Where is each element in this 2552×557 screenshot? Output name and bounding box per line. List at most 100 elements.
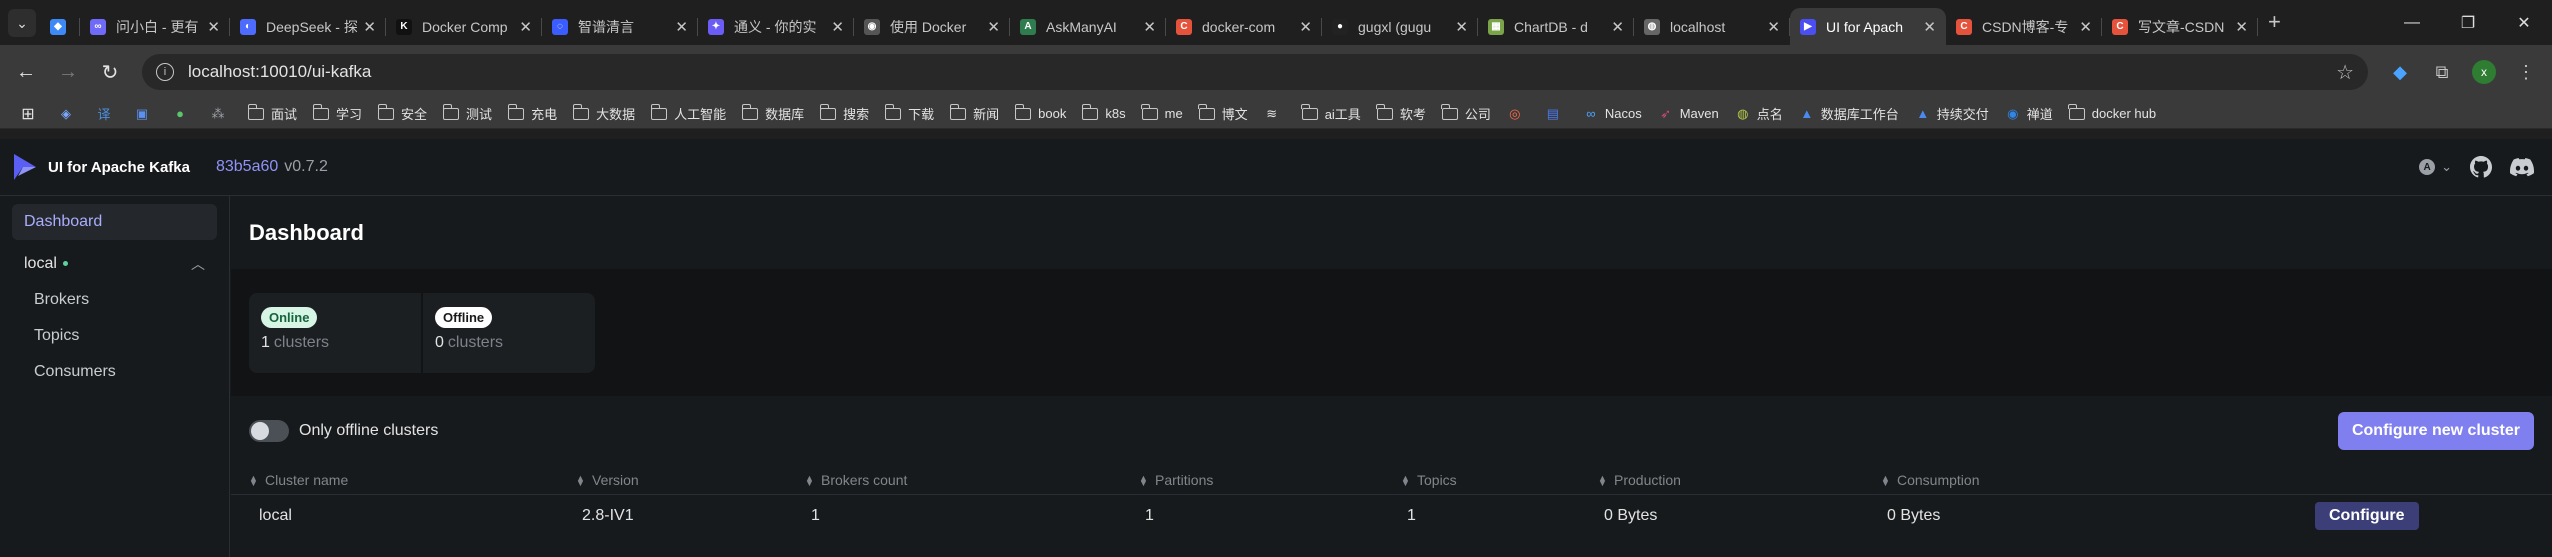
back-icon[interactable]: ← (8, 54, 44, 90)
bookmark-item[interactable]: 大数据 (565, 101, 643, 127)
github-icon[interactable] (2470, 156, 2492, 178)
bookmark-item[interactable]: 博文 (1191, 101, 1256, 127)
browser-tab[interactable]: A AskManyAI ✕ (1010, 8, 1166, 45)
sort-icon[interactable]: ▲ ▼ (1598, 474, 1607, 488)
tab-close-icon[interactable]: ✕ (1143, 18, 1156, 36)
sort-icon[interactable]: ▲ ▼ (805, 474, 814, 488)
site-info-icon[interactable]: i (156, 63, 174, 81)
app-commit-link[interactable]: 83b5a60 (216, 158, 278, 176)
bookmark-item[interactable]: ◍ 点名 (1727, 101, 1791, 127)
bookmark-item[interactable]: ◎ (1499, 101, 1537, 127)
sort-icon[interactable]: ▲ ▼ (576, 474, 585, 488)
bookmark-item[interactable]: 软考 (1369, 101, 1434, 127)
forward-icon[interactable]: → (50, 54, 86, 90)
discord-icon[interactable] (2510, 157, 2534, 177)
browser-tab[interactable]: ◐ DeepSeek - 探 ✕ (230, 8, 386, 45)
browser-tab[interactable]: Cdocker-com ✕ (1166, 8, 1322, 45)
profile-avatar[interactable]: x (2466, 54, 2502, 90)
browser-tab[interactable]: ∞ 问小白 - 更有 ✕ (80, 8, 230, 45)
browser-tab[interactable]: ◍ localhost ✕ (1634, 8, 1790, 45)
browser-tab[interactable]: ✦ 通义 - 你的实 ✕ (698, 8, 854, 45)
sidebar-item-topics[interactable]: Topics (12, 318, 217, 354)
tab-search-icon[interactable]: ⌄ (8, 9, 36, 37)
bookmark-item[interactable]: 学习 (305, 101, 370, 127)
bookmark-item[interactable]: book (1007, 101, 1074, 127)
bookmark-item[interactable]: ▣ (126, 101, 164, 127)
tab-close-icon[interactable]: ✕ (1299, 18, 1312, 36)
kafka-ui-logo-icon[interactable] (12, 152, 38, 182)
tab-close-icon[interactable]: ✕ (675, 18, 688, 36)
bookmark-item[interactable]: ▲ 数据库工作台 (1791, 101, 1907, 127)
cell-name[interactable]: local (231, 494, 558, 538)
reload-icon[interactable]: ↻ (92, 54, 128, 90)
bookmark-star-icon[interactable]: ☆ (2336, 60, 2354, 85)
sidebar-item-consumers[interactable]: Consumers (12, 354, 217, 390)
configure-new-cluster-button[interactable]: Configure new cluster (2337, 412, 2534, 450)
column-header[interactable]: ▲ ▼ Brokers count (787, 466, 1121, 495)
sort-icon[interactable]: ▲ ▼ (1401, 474, 1410, 488)
browser-tab[interactable]: ◌ 智谱清言 ✕ (542, 8, 698, 45)
browser-tab[interactable]: ◆ (40, 8, 80, 45)
bookmark-item[interactable]: k8s (1074, 101, 1133, 127)
chevron-up-icon[interactable]: ︿ (191, 254, 205, 274)
tab-close-icon[interactable]: ✕ (1767, 18, 1780, 36)
column-header[interactable]: ▲ ▼ Topics (1383, 466, 1580, 495)
extension-gem-icon[interactable]: ◆ (2382, 54, 2418, 90)
sidebar-item-dashboard[interactable]: Dashboard (12, 204, 217, 240)
offline-clusters-toggle[interactable] (249, 420, 289, 442)
browser-tab[interactable]: C 写文章-CSDN ✕ (2102, 8, 2258, 45)
bookmark-item[interactable]: ◉ 禅道 (1997, 101, 2061, 127)
tab-close-icon[interactable]: ✕ (2079, 18, 2092, 36)
apps-button[interactable]: ⊞ (12, 101, 50, 127)
sidebar-item-brokers[interactable]: Brokers (12, 282, 217, 318)
menu-icon[interactable]: ⋮ (2508, 54, 2544, 90)
tab-close-icon[interactable]: ✕ (987, 18, 1000, 36)
bookmark-item[interactable]: ⁂ (202, 101, 240, 127)
restore-icon[interactable]: ❐ (2440, 0, 2496, 45)
bookmark-item[interactable]: ai工具 (1294, 101, 1369, 127)
browser-tab[interactable]: ▦ ChartDB - d ✕ (1478, 8, 1634, 45)
bookmark-item[interactable]: docker hub (2061, 101, 2164, 127)
browser-tab[interactable]: C CSDN博客-专 ✕ (1946, 8, 2102, 45)
tab-close-icon[interactable]: ✕ (207, 18, 220, 36)
bookmark-item[interactable]: 下载 (877, 101, 942, 127)
bookmark-item[interactable]: 新闻 (942, 101, 1007, 127)
column-header[interactable]: ▲ ▼ Version (558, 466, 787, 495)
tab-close-icon[interactable]: ✕ (1611, 18, 1624, 36)
bookmark-item[interactable]: ● (164, 101, 202, 127)
bookmark-item[interactable]: 数据库 (734, 101, 812, 127)
column-header[interactable]: ▲ ▼ Cluster name (231, 466, 558, 495)
bookmark-item[interactable]: 测试 (435, 101, 500, 127)
bookmark-item[interactable]: 充电 (500, 101, 565, 127)
sort-icon[interactable]: ▲ ▼ (249, 474, 258, 488)
bookmark-item[interactable]: ∞ Nacos (1575, 101, 1650, 127)
bookmark-item[interactable]: 公司 (1434, 101, 1499, 127)
app-name[interactable]: UI for Apache Kafka (48, 159, 190, 176)
column-header[interactable]: ▲ ▼ Partitions (1121, 466, 1383, 495)
tab-close-icon[interactable]: ✕ (1455, 18, 1468, 36)
offline-clusters-toggle-label[interactable]: Only offline clusters (299, 422, 438, 440)
browser-tab[interactable]: ▶ UI for Apach ✕ (1790, 8, 1946, 45)
column-header[interactable]: ▲ ▼ Production (1580, 466, 1863, 495)
new-tab-icon[interactable]: + (2258, 9, 2293, 45)
bookmark-item[interactable]: 安全 (370, 101, 435, 127)
bookmark-item[interactable]: 人工智能 (643, 101, 734, 127)
bookmark-item[interactable]: 译 (88, 101, 126, 127)
browser-tab[interactable]: ◉ 使用 Docker ✕ (854, 8, 1010, 45)
extensions-icon[interactable]: ⧉ (2424, 54, 2460, 90)
column-header[interactable]: ▲ ▼ Consumption (1863, 466, 2291, 495)
bookmark-item[interactable]: ▤ (1537, 101, 1575, 127)
browser-tab[interactable]: K Docker Comp ✕ (386, 8, 542, 45)
tab-close-icon[interactable]: ✕ (1923, 18, 1936, 36)
tab-close-icon[interactable]: ✕ (519, 18, 532, 36)
configure-cluster-button[interactable]: Configure (2315, 502, 2419, 531)
bookmark-item[interactable]: ▲ 持续交付 (1907, 101, 1997, 127)
minimize-icon[interactable]: — (2384, 0, 2440, 45)
tab-close-icon[interactable]: ✕ (831, 18, 844, 36)
bookmark-item[interactable]: ≋ (1256, 101, 1294, 127)
sort-icon[interactable]: ▲ ▼ (1139, 474, 1148, 488)
sort-icon[interactable]: ▲ ▼ (1881, 474, 1890, 488)
bookmark-item[interactable]: ➶ Maven (1650, 101, 1727, 127)
address-bar[interactable]: i localhost:10010/ui-kafka ☆ (142, 54, 2368, 90)
sidebar-cluster-local[interactable]: local ︿ (12, 246, 217, 282)
